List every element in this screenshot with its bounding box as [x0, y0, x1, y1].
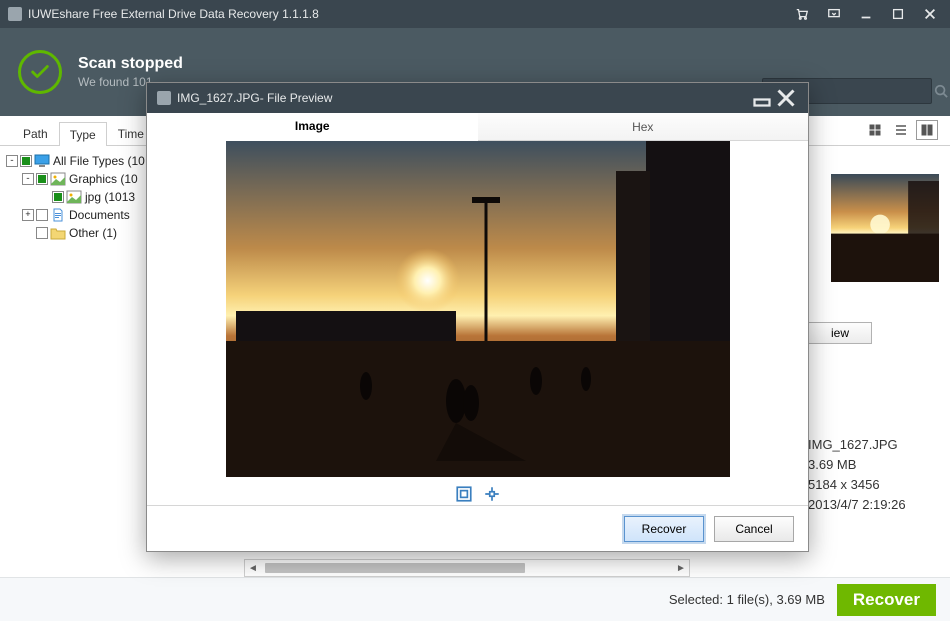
document-icon — [50, 208, 66, 222]
tree-label: Other (1) — [69, 226, 117, 240]
file-preview-dialog: IMG_1627.JPG- File Preview Image Hex — [146, 82, 809, 552]
tab-type[interactable]: Type — [59, 122, 107, 146]
image-icon — [50, 172, 66, 186]
minimize-button[interactable] — [854, 4, 878, 24]
file-date: 2013/4/7 2:19:26 — [808, 495, 906, 515]
cart-icon[interactable] — [790, 4, 814, 24]
dialog-body — [147, 141, 808, 505]
file-name: IMG_1627.JPG — [808, 435, 906, 455]
dialog-footer: Recover Cancel — [147, 505, 808, 551]
dialog-recover-button[interactable]: Recover — [624, 516, 704, 542]
tree-checkbox[interactable] — [20, 155, 32, 167]
recover-button[interactable]: Recover — [837, 584, 936, 616]
tab-path[interactable]: Path — [12, 121, 59, 145]
view-preview-icon[interactable] — [916, 120, 938, 140]
actual-size-icon[interactable] — [483, 485, 501, 503]
image-icon — [66, 190, 82, 204]
folder-icon — [50, 226, 66, 240]
dialog-minimize-button[interactable] — [750, 88, 774, 108]
scroll-thumb[interactable] — [265, 563, 525, 573]
tree-label: Graphics (10 — [69, 172, 138, 186]
tree-checkbox[interactable] — [36, 227, 48, 239]
expand-toggle[interactable]: - — [6, 155, 18, 167]
status-success-icon — [18, 50, 62, 94]
footer-bar: Selected: 1 file(s), 3.69 MB Recover — [0, 577, 950, 621]
scroll-right-icon[interactable]: ► — [673, 560, 689, 576]
dialog-title-bar[interactable]: IMG_1627.JPG- File Preview — [147, 83, 808, 113]
tab-hex[interactable]: Hex — [478, 113, 809, 140]
preview-image — [226, 141, 730, 477]
file-details: IMG_1627.JPG 3.69 MB 5184 x 3456 2013/4/… — [808, 435, 906, 515]
view-grid-icon[interactable] — [864, 120, 886, 140]
tab-image[interactable]: Image — [147, 113, 478, 141]
status-heading: Scan stopped — [78, 55, 183, 73]
thumbnail-image — [808, 174, 950, 282]
tree-checkbox[interactable] — [36, 209, 48, 221]
selection-summary: Selected: 1 file(s), 3.69 MB — [669, 592, 825, 607]
dialog-title: IMG_1627.JPG- File Preview — [177, 91, 750, 105]
scroll-track[interactable] — [261, 561, 673, 575]
app-title: IUWEshare Free External Drive Data Recov… — [28, 7, 790, 21]
tree-label: jpg (1013 — [85, 190, 135, 204]
maximize-button[interactable] — [886, 4, 910, 24]
tree-checkbox[interactable] — [52, 191, 64, 203]
preview-button-fragment[interactable]: iew — [808, 322, 872, 344]
feedback-icon[interactable] — [822, 4, 846, 24]
tree-label: Documents — [69, 208, 130, 222]
search-icon[interactable] — [934, 84, 948, 98]
tree-checkbox[interactable] — [36, 173, 48, 185]
expand-toggle[interactable]: + — [22, 209, 34, 221]
dialog-tabs: Image Hex — [147, 113, 808, 141]
file-dimensions: 5184 x 3456 — [808, 475, 906, 495]
app-icon — [157, 91, 171, 105]
fit-to-window-icon[interactable] — [455, 485, 473, 503]
dialog-close-button[interactable] — [774, 88, 798, 108]
view-list-icon[interactable] — [890, 120, 912, 140]
close-button[interactable] — [918, 4, 942, 24]
monitor-icon — [34, 154, 50, 168]
selected-thumbnail[interactable]: iew — [808, 174, 950, 344]
title-bar: IUWEshare Free External Drive Data Recov… — [0, 0, 950, 28]
dialog-cancel-button[interactable]: Cancel — [714, 516, 794, 542]
expand-toggle[interactable]: - — [22, 173, 34, 185]
tree-label: All File Types (10 — [53, 154, 145, 168]
file-size: 3.69 MB — [808, 455, 906, 475]
horizontal-scrollbar[interactable]: ◄ ► — [244, 559, 690, 577]
app-icon — [8, 7, 22, 21]
scroll-left-icon[interactable]: ◄ — [245, 560, 261, 576]
